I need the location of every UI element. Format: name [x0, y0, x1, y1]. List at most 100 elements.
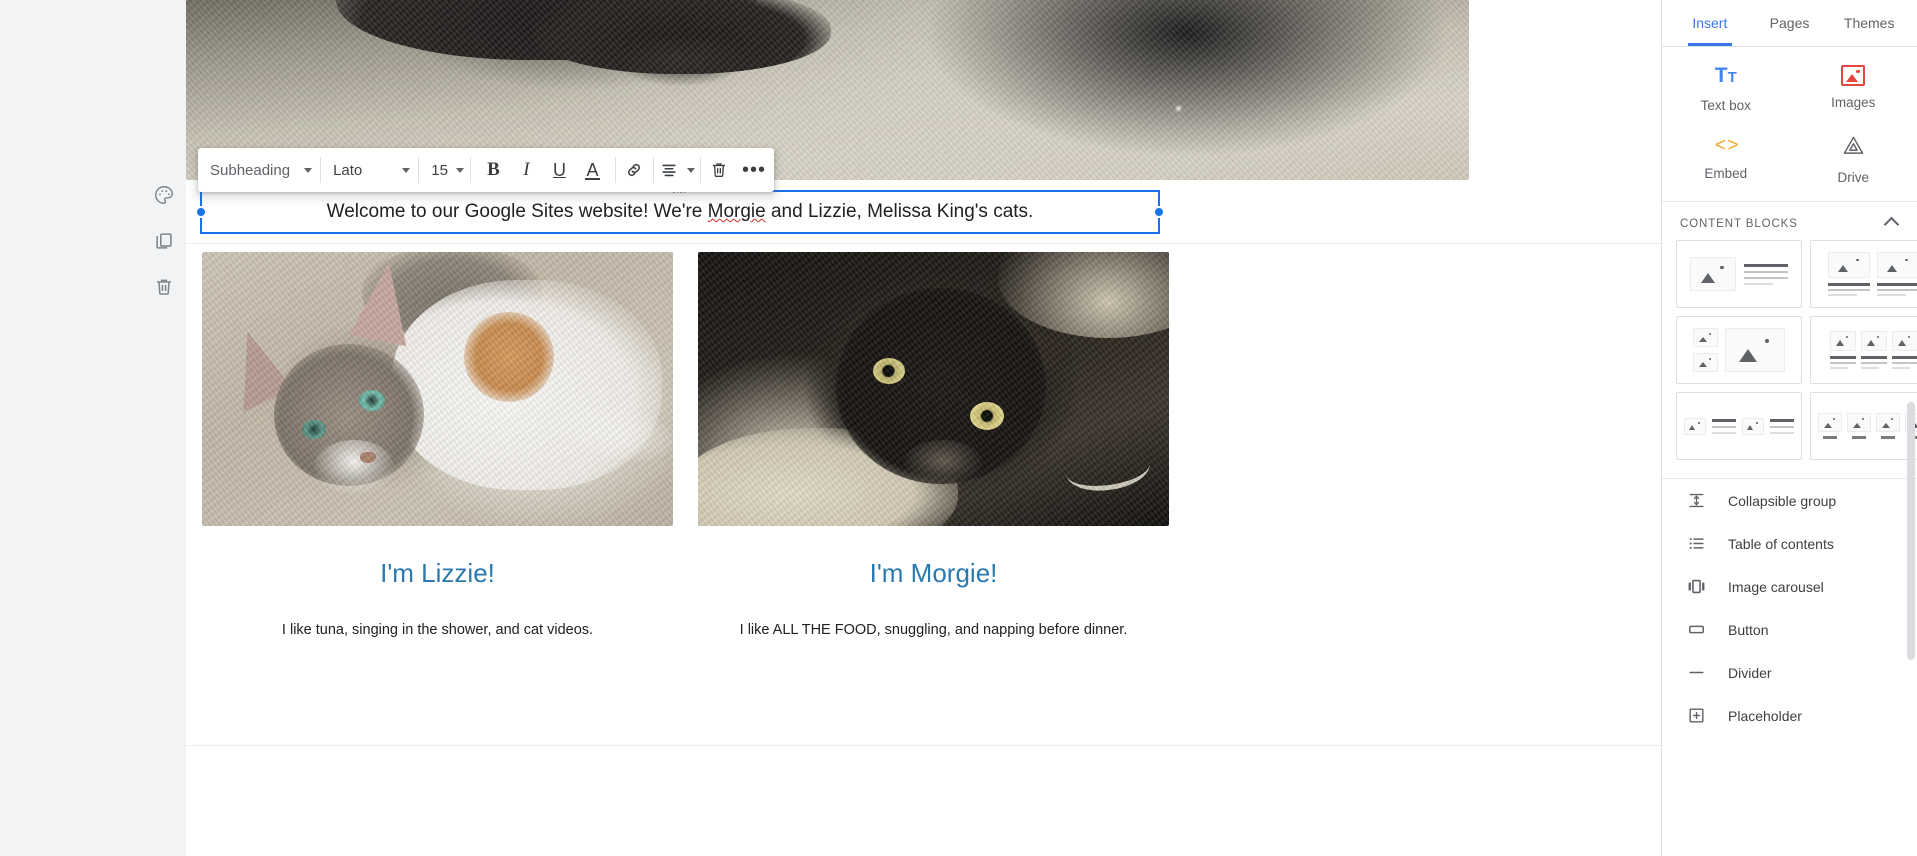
thumbnail-image-icon — [1876, 413, 1900, 433]
insert-item-label: Embed — [1704, 166, 1748, 181]
cat-column: I'm Lizzie! I like tuna, singing in the … — [202, 252, 673, 638]
textbox-text-before: Welcome to our Google Sites website! We'… — [326, 201, 708, 222]
list-item-label: Placeholder — [1728, 707, 1802, 724]
bold-button[interactable]: B — [477, 148, 510, 192]
thumbnail-image-icon — [1690, 257, 1736, 291]
block-two-image-text-pairs[interactable] — [1676, 392, 1802, 460]
insert-collapsible-group[interactable]: Collapsible group — [1662, 479, 1917, 522]
cat-caption: I like ALL THE FOOD, snuggling, and napp… — [739, 622, 1128, 638]
resize-handle-right[interactable] — [1153, 206, 1165, 218]
list-item-label: Image carousel — [1728, 578, 1824, 595]
more-options-button[interactable]: ••• — [736, 148, 772, 192]
thumbnail-image-icon — [1818, 413, 1842, 433]
photo-morgie[interactable] — [698, 252, 1169, 526]
content-blocks-title: CONTENT BLOCKS — [1680, 218, 1798, 230]
section-action-rail — [147, 180, 181, 302]
trash-icon[interactable] — [149, 272, 179, 302]
placeholder-icon — [1686, 706, 1706, 725]
banner-highlight — [1176, 106, 1181, 111]
thumbnail-image-icon — [1905, 413, 1917, 433]
cats-section: I'm Lizzie! I like tuna, singing in the … — [202, 252, 1202, 638]
toolbar-divider — [418, 157, 420, 183]
palette-icon[interactable] — [149, 180, 179, 210]
drive-icon — [1842, 135, 1865, 161]
chevron-down-icon — [455, 167, 464, 173]
insert-item-label: Drive — [1837, 170, 1869, 185]
insert-item-embed[interactable]: < > Embed — [1662, 135, 1790, 185]
insert-divider[interactable]: Divider — [1662, 651, 1917, 694]
thumbnail-image-icon — [1891, 331, 1917, 351]
thumbnail-image-icon — [1742, 417, 1764, 435]
block-image-left-text-right[interactable] — [1676, 240, 1802, 308]
thumbnail-image-icon — [1860, 331, 1887, 351]
chevron-up-icon[interactable] — [1883, 216, 1900, 232]
delete-icon[interactable] — [703, 148, 736, 192]
photo-texture — [698, 252, 1169, 526]
block-three-images-with-text[interactable] — [1810, 316, 1917, 384]
cat-title: I'm Morgie! — [869, 558, 998, 588]
italic-button[interactable]: I — [510, 148, 543, 192]
thumbnail-image-icon — [1847, 413, 1871, 433]
block-four-images-captions[interactable] — [1810, 392, 1917, 460]
paragraph-style-select[interactable]: Subheading — [200, 148, 318, 192]
textbox-content: Welcome to our Google Sites website! We'… — [327, 201, 1034, 223]
textbox-text-after: and Lizzie, Melissa King's cats. — [765, 201, 1034, 222]
insert-image-carousel[interactable]: Image carousel — [1662, 565, 1917, 608]
chevron-down-icon — [304, 167, 313, 173]
font-family-value: Lato — [333, 161, 363, 179]
page-canvas: Subheading Lato 15 B I U A ••• Welcome t… — [186, 0, 1661, 856]
photo-texture — [202, 252, 673, 526]
text-color-button[interactable]: A — [576, 148, 609, 192]
collapsible-group-icon — [1686, 491, 1706, 510]
thumbnail-image-icon — [1725, 328, 1785, 372]
selected-textbox-wrapper: Welcome to our Google Sites website! We'… — [195, 188, 1165, 234]
insert-item-label: Text box — [1700, 98, 1751, 113]
font-size-select[interactable]: 15 — [421, 148, 468, 192]
insert-button[interactable]: Button — [1662, 608, 1917, 651]
block-two-images-with-text[interactable] — [1810, 240, 1917, 308]
text-block[interactable]: Welcome to our Google Sites website! We'… — [195, 188, 1165, 234]
section-divider-top — [186, 243, 1661, 244]
insert-placeholder[interactable]: Placeholder — [1662, 694, 1917, 737]
thumbnail-image-icon — [1877, 252, 1917, 278]
chevron-down-icon — [686, 167, 695, 173]
link-icon[interactable] — [618, 148, 651, 192]
toolbar-divider — [652, 157, 654, 183]
list-item-label: Table of contents — [1728, 535, 1834, 552]
divider-icon — [1686, 663, 1706, 682]
cat-title: I'm Lizzie! — [380, 558, 495, 588]
insert-item-images[interactable]: Images — [1790, 65, 1917, 113]
insert-item-drive[interactable]: Drive — [1790, 135, 1917, 185]
misspelled-word: Morgie — [707, 201, 766, 222]
list-item-label: Collapsible group — [1728, 492, 1837, 509]
resize-handle-left[interactable] — [195, 206, 207, 218]
font-family-select[interactable]: Lato — [323, 148, 416, 192]
toolbar-divider — [699, 157, 701, 183]
block-two-small-one-large-image[interactable] — [1676, 316, 1802, 384]
insert-table-of-contents[interactable]: Table of contents — [1662, 522, 1917, 565]
align-icon[interactable] — [656, 148, 698, 192]
tab-insert[interactable]: Insert — [1670, 0, 1750, 46]
list-item-label: Button — [1728, 621, 1769, 638]
text-color-underline — [584, 178, 600, 180]
thumbnail-lines — [1744, 263, 1788, 285]
toolbar-divider — [614, 157, 616, 183]
underline-button[interactable]: U — [543, 148, 576, 192]
text-box-icon: TT — [1714, 64, 1737, 87]
insert-item-text-box[interactable]: TT Text box — [1662, 64, 1790, 114]
right-side-panel: Insert Pages Themes TT Text box Images <… — [1661, 0, 1917, 856]
panel-scroll-area: TT Text box Images < > Embed Drive CONTE… — [1662, 47, 1917, 856]
paragraph-style-value: Subheading — [210, 161, 291, 179]
google-sites-editor: Subheading Lato 15 B I U A ••• Welcome t… — [0, 0, 1917, 856]
chevron-down-icon — [402, 167, 411, 173]
embed-icon: < > — [1715, 135, 1739, 156]
images-icon — [1841, 65, 1866, 86]
tab-pages[interactable]: Pages — [1750, 0, 1830, 46]
tab-themes[interactable]: Themes — [1829, 0, 1909, 46]
panel-tab-bar: Insert Pages Themes — [1662, 0, 1917, 47]
photo-lizzie[interactable] — [202, 252, 673, 526]
insert-items-grid: TT Text box Images < > Embed Drive — [1662, 47, 1917, 202]
cats-grid: I'm Lizzie! I like tuna, singing in the … — [202, 252, 1202, 638]
content-blocks-header[interactable]: CONTENT BLOCKS — [1662, 202, 1917, 240]
duplicate-icon[interactable] — [149, 226, 179, 256]
